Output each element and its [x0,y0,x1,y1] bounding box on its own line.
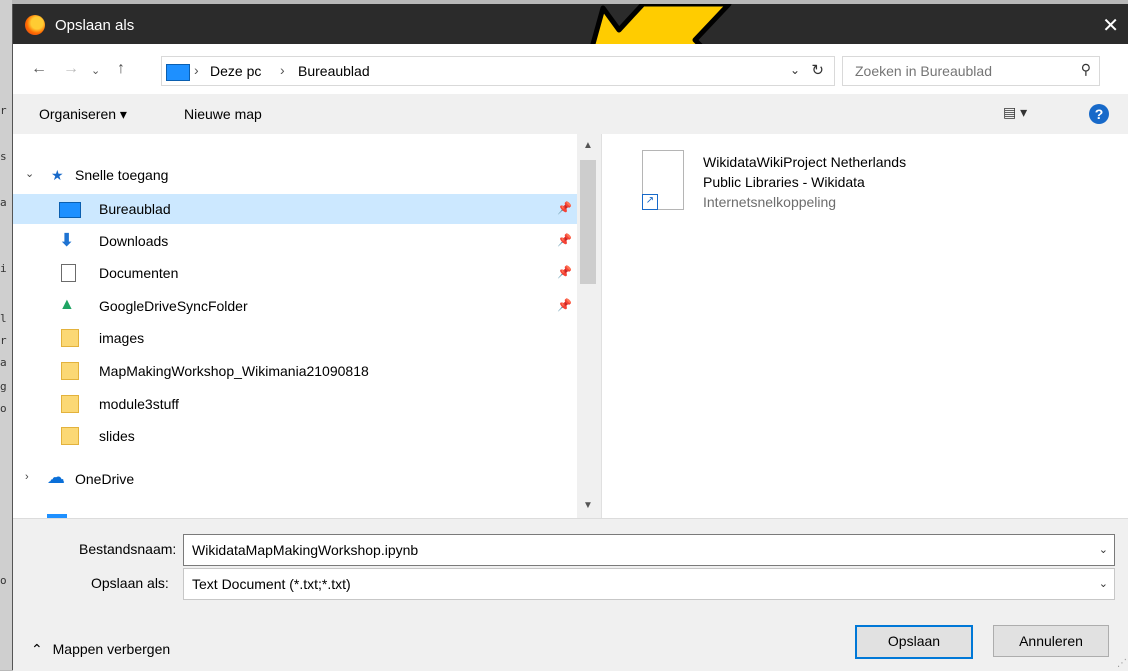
save-type-select[interactable]: Text Document (*.txt;*.txt) ⌄ [183,568,1115,600]
search-icon[interactable]: ⚲ [1081,61,1091,78]
quick-access-label: Snelle toegang [75,167,169,183]
hide-folders-toggle[interactable]: ⌃ Mappen verbergen [31,641,170,658]
desktop-icon [166,64,190,81]
title-bar: Opslaan als ✕ [13,4,1128,44]
scroll-down-icon[interactable]: ▼ [583,500,593,511]
save-form: Bestandsnaam: WikidataMapMakingWorkshop.… [13,518,1128,671]
search-input[interactable] [853,61,1057,81]
forward-icon[interactable]: → [63,60,79,78]
cancel-button[interactable]: Annuleren [993,625,1109,657]
command-toolbar: Organiseren ▾ Nieuwe map ▤ ▾ ? [13,94,1128,134]
quick-access-item[interactable]: ⌄ ★ Snelle toegang [13,160,577,190]
chevron-down-icon[interactable]: ⌄ [25,167,34,180]
scrollbar-thumb[interactable] [580,160,596,284]
filename-field[interactable]: WikidataMapMakingWorkshop.ipynb ⌄ [183,534,1115,566]
file-item[interactable]: ↗ WikidataWikiProject Netherlands Public… [630,150,990,220]
sidebar-item-documents[interactable]: Documenten 📌 [13,258,577,288]
sidebar-item-downloads[interactable]: ⬇ Downloads 📌 [13,226,577,256]
chevron-down-icon[interactable]: ⌄ [1099,577,1108,590]
folder-icon [61,427,79,445]
sidebar-item-desktop[interactable]: Bureaublad 📌 [13,194,577,224]
desktop-icon [59,202,81,218]
sidebar-item-label: module3stuff [99,396,179,412]
sidebar-item-label: Bureaublad [99,201,171,217]
new-folder-button[interactable]: Nieuwe map [184,106,262,122]
sidebar-item-images[interactable]: images [13,323,577,353]
sidebar-item-partial[interactable] [13,506,577,518]
shortcut-arrow-icon: ↗ [642,194,658,210]
chevron-down-icon[interactable]: ⌄ [1099,543,1108,556]
hide-folders-label: Mappen verbergen [52,641,171,657]
file-list-pane: ↗ WikidataWikiProject Netherlands Public… [602,134,1128,518]
navigation-scrollbar[interactable]: ▲ ▼ [577,134,599,518]
pin-icon[interactable]: 📌 [557,265,572,279]
breadcrumb-desktop[interactable]: Bureaublad [298,63,370,79]
google-drive-icon: ▲ [59,296,75,313]
address-dropdown-icon[interactable]: ⌄ [790,63,800,77]
sidebar-item-label: Downloads [99,233,169,249]
sidebar-item-label: MapMakingWorkshop_Wikimania21090818 [99,363,369,379]
recent-locations-chevron-icon[interactable]: ⌄ [91,64,100,77]
firefox-icon [25,15,45,35]
folder-icon [61,395,79,413]
sidebar-item-module3stuff[interactable]: module3stuff [13,389,577,419]
cloud-icon: ☁ [47,467,65,487]
help-icon[interactable]: ? [1089,104,1109,124]
window-title: Opslaan als [55,17,135,34]
sidebar-item-onedrive[interactable]: › ☁ OneDrive [13,464,577,494]
sidebar-item-googledrive[interactable]: ▲ GoogleDriveSyncFolder 📌 [13,291,577,321]
save-type-label: Opslaan als: [91,575,169,591]
file-name-line1: WikidataWikiProject Netherlands [703,154,907,170]
organize-button[interactable]: Organiseren ▾ [39,106,127,123]
star-icon: ★ [51,167,64,183]
breadcrumb-separator-icon: › [280,62,285,78]
search-box: ⚲ [842,56,1100,86]
close-icon[interactable]: ✕ [1102,13,1119,38]
filename-value[interactable]: WikidataMapMakingWorkshop.ipynb [192,542,418,558]
folder-icon [61,329,79,347]
back-icon[interactable]: ← [31,60,47,78]
sidebar-item-label: OneDrive [75,471,135,487]
navigation-pane: ⌄ ★ Snelle toegang Bureaublad 📌 ⬇ Downlo… [13,134,577,518]
sidebar-item-label: slides [99,428,135,444]
sidebar-item-label: Documenten [99,265,179,281]
save-button[interactable]: Opslaan [855,625,973,659]
resize-grip-icon[interactable]: ⋰ [1117,658,1127,669]
sidebar-item-mapmakingworkshop[interactable]: MapMakingWorkshop_Wikimania21090818 [13,356,577,386]
file-name-line2: Public Libraries - Wikidata [703,174,865,190]
sidebar-item-slides[interactable]: slides [13,421,577,451]
navigation-bar: ← → ⌄ ↑ › Deze pc › Bureaublad ⌄ ↻ ⚲ [13,44,1128,94]
breadcrumb-this-pc[interactable]: Deze pc [210,63,261,79]
sidebar-item-label: GoogleDriveSyncFolder [99,298,248,314]
document-icon [61,264,76,282]
folder-icon [61,362,79,380]
background-window-strip: rsa ilr ago o [0,0,12,670]
refresh-icon[interactable]: ↻ [811,61,824,79]
address-bar[interactable]: › Deze pc › Bureaublad ⌄ ↻ [161,56,835,86]
save-type-value: Text Document (*.txt;*.txt) [192,576,351,592]
pin-icon[interactable]: 📌 [557,298,572,312]
pin-icon[interactable]: 📌 [557,233,572,247]
filename-label: Bestandsnaam: [79,541,177,557]
save-as-dialog: Opslaan als ✕ ← → ⌄ ↑ › Deze pc › Bureau… [12,4,1128,671]
sidebar-item-label: images [99,330,145,346]
up-icon[interactable]: ↑ [117,60,125,78]
scroll-up-icon[interactable]: ▲ [583,140,593,151]
breadcrumb-separator-icon: › [194,62,199,78]
chevron-right-icon[interactable]: › [25,471,29,483]
file-type: Internetsnelkoppeling [703,194,837,210]
view-options-icon[interactable]: ▤ ▾ [1003,104,1027,121]
download-icon: ⬇ [59,230,75,250]
pin-icon[interactable]: 📌 [557,201,572,215]
chevron-up-icon: ⌃ [31,641,43,657]
